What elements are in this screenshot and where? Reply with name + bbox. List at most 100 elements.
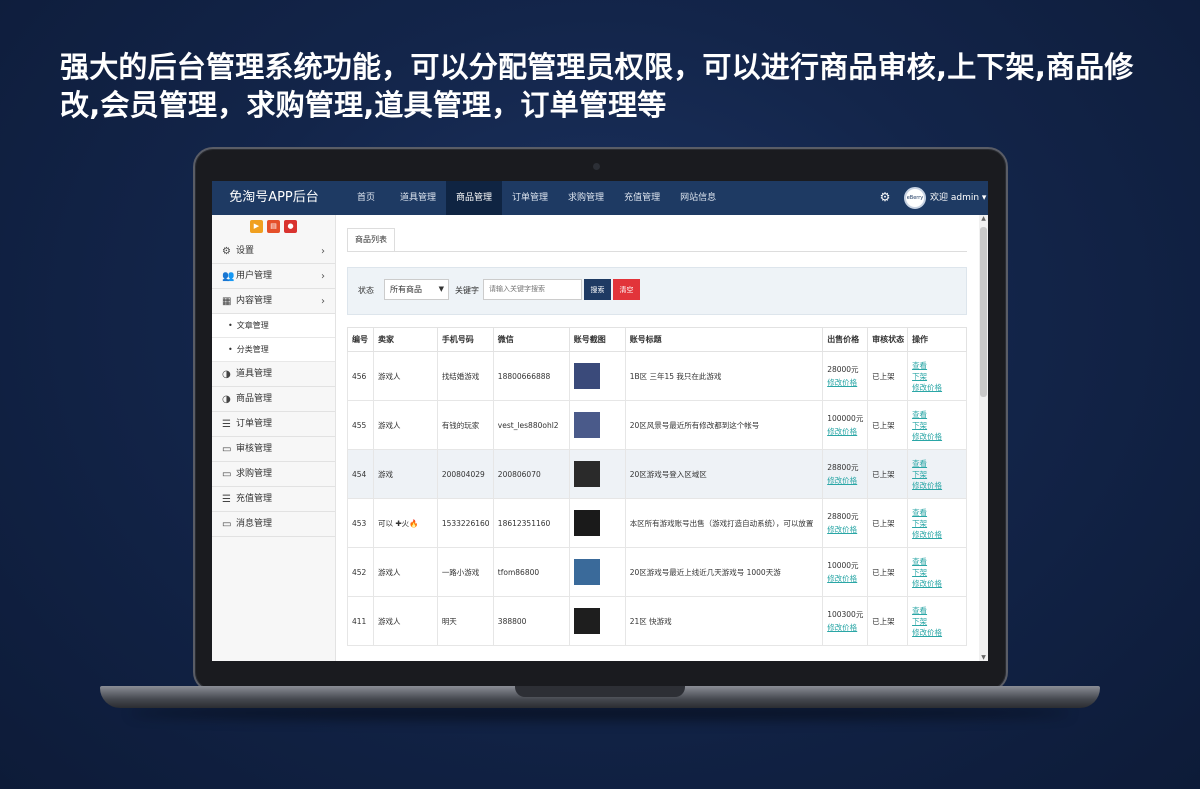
col-id: 编号 xyxy=(347,327,374,352)
cell-seller: 游戏人 xyxy=(372,547,438,597)
chevron-right-icon: › xyxy=(321,295,325,307)
scroll-up-icon[interactable]: ▲ xyxy=(979,215,988,222)
brand-title[interactable]: 免淘号APP后台 xyxy=(212,181,336,215)
edit-price-link[interactable]: 修改价格 xyxy=(827,377,867,388)
modify-price-link[interactable]: 修改价格 xyxy=(912,382,966,393)
account-thumbnail[interactable] xyxy=(573,461,600,487)
unlist-link[interactable]: 下架 xyxy=(912,518,966,529)
account-thumbnail[interactable] xyxy=(573,608,600,634)
view-link[interactable]: 查看 xyxy=(912,458,966,469)
user-menu[interactable]: 欢迎 admin ▾ xyxy=(930,181,986,215)
sidebar-subitem-label: 文章管理 xyxy=(236,321,269,330)
cell-id: 453 xyxy=(347,498,374,548)
shortcut-play-icon[interactable]: ▶ xyxy=(250,220,263,233)
unlist-link[interactable]: 下架 xyxy=(912,469,966,480)
list-icon: ☰ xyxy=(222,493,231,505)
modify-price-link[interactable]: 修改价格 xyxy=(912,529,966,540)
user-avatar[interactable]: eBerry xyxy=(904,187,926,209)
sidebar-item-messages[interactable]: ▭ 消息管理 xyxy=(212,512,335,537)
sidebar-item-wanted[interactable]: ▭ 求购管理 xyxy=(212,462,335,487)
col-actions: 操作 xyxy=(907,327,967,352)
gear-icon: ⚙ xyxy=(222,245,231,257)
view-link[interactable]: 查看 xyxy=(912,556,966,567)
unlist-link[interactable]: 下架 xyxy=(912,371,966,382)
goods-table: 编号 卖家 手机号码 微信 账号截图 账号标题 出售价格 审核状态 操作 456… xyxy=(347,327,967,646)
filter-bar: 状态 所有商品 ▼ 关键字 搜索 清空 xyxy=(347,267,967,315)
sidebar-item-recharge[interactable]: ☰ 充值管理 xyxy=(212,487,335,512)
nav-wanted[interactable]: 求购管理 xyxy=(558,181,614,215)
modify-price-link[interactable]: 修改价格 xyxy=(912,431,966,442)
modify-price-link[interactable]: 修改价格 xyxy=(912,627,966,638)
modify-price-link[interactable]: 修改价格 xyxy=(912,578,966,589)
modify-price-link[interactable]: 修改价格 xyxy=(912,480,966,491)
view-link[interactable]: 查看 xyxy=(912,507,966,518)
sidebar-item-props[interactable]: ◑ 道具管理 xyxy=(212,362,335,387)
table-row: 454 游戏 200804029 200806070 20区游戏号登入区域区 28800元… xyxy=(347,449,967,499)
status-select-value: 所有商品 xyxy=(390,285,422,294)
view-link[interactable]: 查看 xyxy=(912,409,966,420)
sidebar-item-label: 道具管理 xyxy=(236,368,273,379)
cell-phone: 一路小游戏 xyxy=(436,547,494,597)
main-nav: 首页 道具管理 商品管理 订单管理 求购管理 充值管理 网站信息 xyxy=(342,181,726,215)
cell-price: 100000元 修改价格 xyxy=(822,400,869,450)
edit-price-link[interactable]: 修改价格 xyxy=(827,573,867,584)
nav-site-info[interactable]: 网站信息 xyxy=(670,181,726,215)
shortcut-record-icon[interactable]: ● xyxy=(284,220,297,233)
account-thumbnail[interactable] xyxy=(573,412,600,438)
status-select[interactable]: 所有商品 ▼ xyxy=(384,279,449,300)
shortcut-doc-icon[interactable]: ▤ xyxy=(267,220,280,233)
cell-seller: 游戏人 xyxy=(372,400,438,450)
keyword-input[interactable] xyxy=(483,279,582,300)
price-value: 10000元 xyxy=(827,561,859,570)
message-icon: ▭ xyxy=(222,518,232,530)
cell-status: 已上架 xyxy=(867,498,909,548)
sidebar-subitem-categories[interactable]: • 分类管理 xyxy=(212,338,335,362)
camera-dot xyxy=(593,163,600,170)
view-link[interactable]: 查看 xyxy=(912,605,966,616)
col-title: 账号标题 xyxy=(624,327,824,352)
unlist-link[interactable]: 下架 xyxy=(912,420,966,431)
cell-actions: 查看 下架 修改价格 xyxy=(907,547,967,597)
cell-wechat: 18612351160 xyxy=(492,498,570,548)
nav-recharge[interactable]: 充值管理 xyxy=(614,181,670,215)
cell-status: 已上架 xyxy=(867,400,909,450)
sidebar: ▶ ▤ ● ⚙ 设置 › 👥 用户管理 › ▦ 内容管理 › • 文章管理 • 分类… xyxy=(212,215,336,661)
account-thumbnail[interactable] xyxy=(573,510,600,536)
unlist-link[interactable]: 下架 xyxy=(912,616,966,627)
sidebar-item-review[interactable]: ▭ 审核管理 xyxy=(212,437,335,462)
users-icon: 👥 xyxy=(222,270,235,282)
settings-gear-icon[interactable]: ⚙ xyxy=(878,190,892,204)
sidebar-item-content[interactable]: ▦ 内容管理 › xyxy=(212,289,335,314)
sidebar-item-goods[interactable]: ◑ 商品管理 xyxy=(212,387,335,412)
nav-orders[interactable]: 订单管理 xyxy=(502,181,558,215)
account-thumbnail[interactable] xyxy=(573,559,600,585)
nav-home[interactable]: 首页 xyxy=(342,181,390,215)
view-link[interactable]: 查看 xyxy=(912,360,966,371)
search-button[interactable]: 搜索 xyxy=(584,279,611,300)
edit-price-link[interactable]: 修改价格 xyxy=(827,622,867,633)
edit-price-link[interactable]: 修改价格 xyxy=(827,524,867,535)
promo-headline: 强大的后台管理系统功能，可以分配管理员权限，可以进行商品审核,上下架,商品修改,… xyxy=(60,50,1134,122)
monitor-icon: ▭ xyxy=(222,468,232,480)
account-thumbnail[interactable] xyxy=(573,363,600,389)
edit-price-link[interactable]: 修改价格 xyxy=(827,426,867,437)
scrollbar-thumb[interactable] xyxy=(980,227,987,397)
cell-actions: 查看 下架 修改价格 xyxy=(907,498,967,548)
edit-price-link[interactable]: 修改价格 xyxy=(827,475,867,486)
vertical-scrollbar[interactable]: ▲ ▼ xyxy=(979,215,988,661)
col-screenshot: 账号截图 xyxy=(568,327,626,352)
clear-button[interactable]: 清空 xyxy=(613,279,640,300)
scroll-down-icon[interactable]: ▼ xyxy=(979,654,988,661)
sidebar-subitem-articles[interactable]: • 文章管理 xyxy=(212,314,335,338)
sidebar-item-settings[interactable]: ⚙ 设置 › xyxy=(212,239,335,264)
nav-goods[interactable]: 商品管理 xyxy=(446,181,503,215)
tab-goods-list[interactable]: 商品列表 xyxy=(347,228,395,252)
nav-props[interactable]: 道具管理 xyxy=(390,181,446,215)
sidebar-item-users[interactable]: 👥 用户管理 › xyxy=(212,264,335,289)
unlist-link[interactable]: 下架 xyxy=(912,567,966,578)
main-content: 商品列表 状态 所有商品 ▼ 关键字 搜索 清空 编号 卖家 手机号码 微信 xyxy=(336,215,979,661)
cell-screenshot xyxy=(568,351,626,401)
laptop-shadow xyxy=(130,706,1070,720)
cell-price: 100300元 修改价格 xyxy=(822,596,869,646)
sidebar-item-orders[interactable]: ☰ 订单管理 xyxy=(212,412,335,437)
